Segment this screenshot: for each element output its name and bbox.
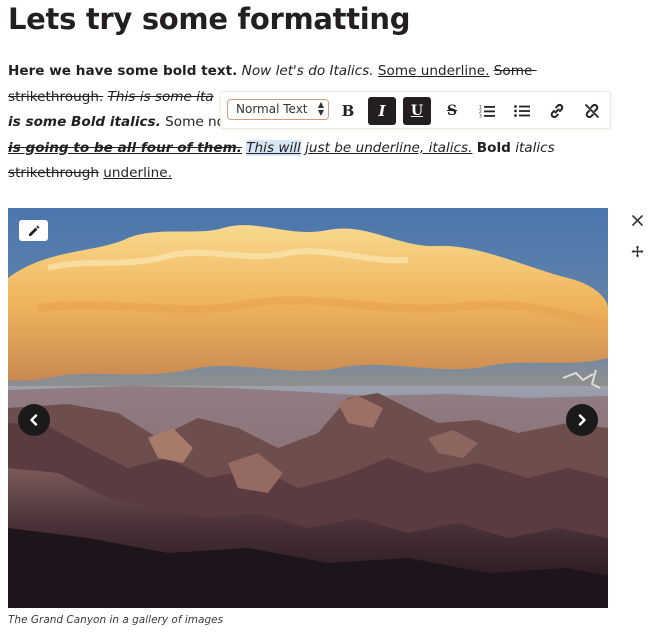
chevron-left-icon [30, 414, 38, 426]
bold-italic-text: is some Bold italics. [8, 114, 161, 130]
unlink-button[interactable] [578, 97, 606, 125]
formatting-toolbar: Normal Text ▲ ▼ B I U S 1 2 3 [220, 91, 611, 129]
svg-text:3: 3 [479, 114, 482, 119]
ordered-list-icon: 1 2 3 [479, 105, 495, 119]
page-title: Lets try some formatting [8, 2, 411, 36]
bullet-list-icon [514, 105, 530, 117]
close-icon [631, 214, 643, 226]
underline-button[interactable]: U [403, 97, 431, 125]
block-format-value: Normal Text [236, 102, 308, 116]
italic-word: italics [515, 139, 555, 156]
normal-text: Some no [165, 114, 225, 130]
underline-word-part2: line. [143, 165, 172, 181]
remove-gallery-button[interactable] [628, 211, 646, 229]
link-button[interactable] [543, 97, 571, 125]
block-format-select[interactable]: Normal Text ▲ ▼ [227, 99, 329, 120]
ordered-list-button[interactable]: 1 2 3 [473, 97, 501, 125]
italic-button[interactable]: I [368, 97, 396, 125]
bullet-list-button[interactable] [508, 97, 536, 125]
italic-icon: I [378, 102, 386, 120]
pencil-icon [28, 225, 39, 236]
bold-icon: B [341, 102, 355, 120]
strikethrough-word: strikethrough [8, 165, 99, 181]
image-caption[interactable]: The Grand Canyon in a gallery of images [8, 614, 223, 626]
underline-italic-text: just be underline, italics. [305, 139, 473, 156]
previous-image-button[interactable] [18, 404, 50, 436]
selected-text: This will [246, 139, 301, 156]
italic-text: Now let's do Italics. [241, 63, 374, 79]
bold-word: Bold [476, 139, 511, 156]
select-arrows-icon: ▲ ▼ [317, 100, 324, 117]
next-image-button[interactable] [566, 404, 598, 436]
strikethrough-button[interactable]: S [438, 97, 466, 125]
bold-button[interactable]: B [334, 97, 362, 125]
move-icon [631, 245, 643, 257]
image-gallery[interactable] [8, 208, 608, 608]
all-formats-text: is going to be all four of them. [8, 139, 242, 156]
chevron-right-icon [578, 414, 586, 426]
bold-text: Here we have some bold text. [8, 63, 238, 79]
underline-text: Some underline. [377, 63, 490, 79]
strikethrough-icon: S [446, 103, 458, 119]
unlink-icon [585, 103, 599, 119]
move-gallery-handle[interactable] [628, 242, 646, 260]
edit-image-button[interactable] [19, 220, 48, 241]
underline-word-part1: under [103, 165, 144, 181]
link-icon [550, 103, 564, 119]
underline-icon: U [410, 103, 424, 119]
italic-strikethrough-text: This is some ita [107, 88, 214, 105]
grand-canyon-image [8, 208, 608, 608]
